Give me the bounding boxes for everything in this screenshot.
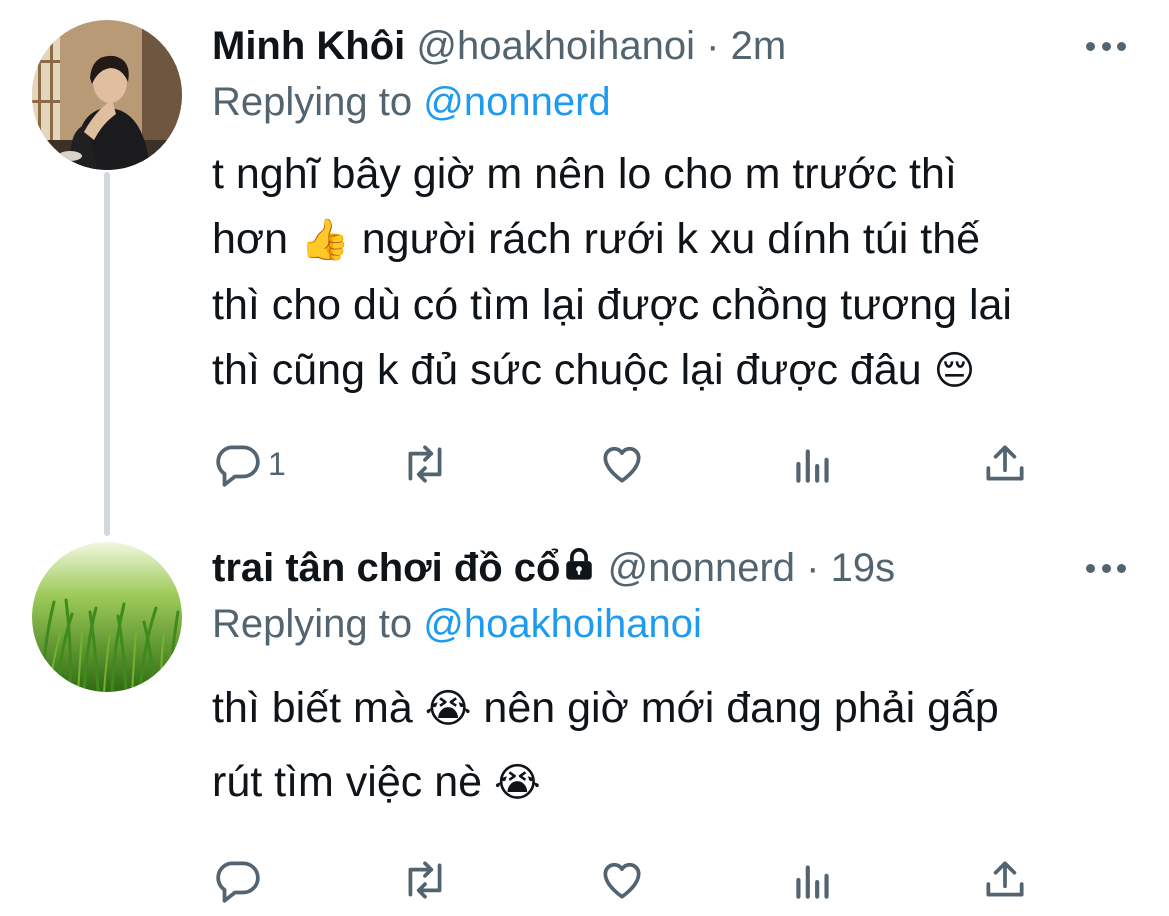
reply-button[interactable] — [212, 850, 268, 910]
avatar-person-image — [32, 20, 182, 170]
replying-to: Replying to @hoakhoihanoi — [212, 600, 702, 648]
text-line: rút tìm việc nè 😭 — [212, 750, 1132, 816]
text-line: thì biết mà 😭 nên giờ mới đang phải gấp — [212, 676, 1132, 742]
mention-link[interactable]: @nonnerd — [423, 80, 610, 124]
thread-connector-line — [104, 172, 110, 536]
tweet-header: trai tân chơi đồ cổ @nonnerd · 19s — [212, 544, 895, 594]
like-button[interactable] — [597, 434, 647, 494]
replying-prefix: Replying to — [212, 602, 413, 646]
share-button[interactable] — [980, 434, 1030, 494]
mention-link[interactable]: @hoakhoihanoi — [423, 602, 702, 646]
like-icon — [603, 446, 641, 483]
analytics-icon — [796, 865, 829, 899]
retweet-button[interactable] — [400, 434, 450, 494]
text-line: t nghĩ bây giờ m nên lo cho m trước thì — [212, 150, 957, 198]
text-fragment: người rách rưới k xu dính túi thế — [361, 215, 981, 263]
timestamp[interactable]: 19s — [831, 546, 896, 590]
crying-face-emoji: 😭 — [424, 686, 472, 732]
like-icon — [603, 862, 641, 899]
text-line: hơn 👍 người rách rưới k xu dính túi thế — [212, 207, 1132, 273]
retweet-icon — [408, 445, 442, 483]
user-handle[interactable]: @hoakhoihanoi — [416, 24, 695, 68]
thumbs-up-emoji: 👍 — [299, 217, 350, 263]
avatar-minh-khoi[interactable] — [32, 20, 182, 170]
more-icon[interactable] — [1086, 562, 1126, 574]
reply-icon — [216, 861, 260, 903]
retweet-button[interactable] — [400, 850, 450, 910]
crying-face-emoji: 😭 — [493, 760, 541, 806]
text-fragment: rút tìm việc nè — [212, 758, 483, 806]
more-icon[interactable] — [1086, 40, 1126, 52]
share-icon — [986, 861, 1024, 897]
replying-to: Replying to @nonnerd — [212, 78, 611, 126]
tweet-header: Minh Khôi @hoakhoihanoi · 2m — [212, 22, 786, 70]
separator-dot: · — [706, 24, 720, 68]
avatar-nonnerd[interactable] — [32, 542, 182, 692]
text-line: thì cho dù có tìm lại được chồng tương l… — [212, 281, 1012, 329]
text-line: thì cũng k đủ sức chuộc lại được đâu 😔 — [212, 338, 1132, 404]
tweet-actions: 1 — [212, 434, 1032, 494]
lock-icon — [562, 545, 596, 594]
tweet-text: thì biết mà 😭 nên giờ mới đang phải gấp … — [212, 676, 1132, 816]
display-name[interactable]: trai tân chơi đồ cổ — [212, 546, 560, 590]
tweet-text: t nghĩ bây giờ m nên lo cho m trước thì … — [212, 142, 1132, 404]
tweet-actions — [212, 850, 1032, 910]
reply-icon — [216, 445, 260, 487]
analytics-button[interactable] — [788, 434, 838, 494]
timestamp[interactable]: 2m — [731, 24, 787, 68]
analytics-button[interactable] — [788, 850, 838, 910]
text-fragment: thì biết mà — [212, 684, 413, 732]
text-fragment: thì cũng k đủ sức chuộc lại được đâu — [212, 346, 922, 394]
replying-prefix: Replying to — [212, 80, 413, 124]
pensive-face-emoji: 😔 — [933, 348, 976, 394]
retweet-icon — [408, 861, 442, 899]
like-button[interactable] — [597, 850, 647, 910]
reply-button[interactable]: 1 — [212, 434, 286, 494]
text-fragment: hơn — [212, 215, 289, 263]
display-name[interactable]: Minh Khôi — [212, 24, 405, 68]
text-fragment: nên giờ mới đang phải gấp — [483, 684, 999, 732]
separator-dot: · — [806, 546, 820, 590]
share-button[interactable] — [980, 850, 1030, 910]
share-icon — [986, 445, 1024, 481]
reply-count: 1 — [268, 445, 286, 482]
analytics-icon — [796, 449, 829, 483]
user-handle[interactable]: @nonnerd — [608, 546, 795, 590]
avatar-grass-image — [32, 542, 182, 692]
